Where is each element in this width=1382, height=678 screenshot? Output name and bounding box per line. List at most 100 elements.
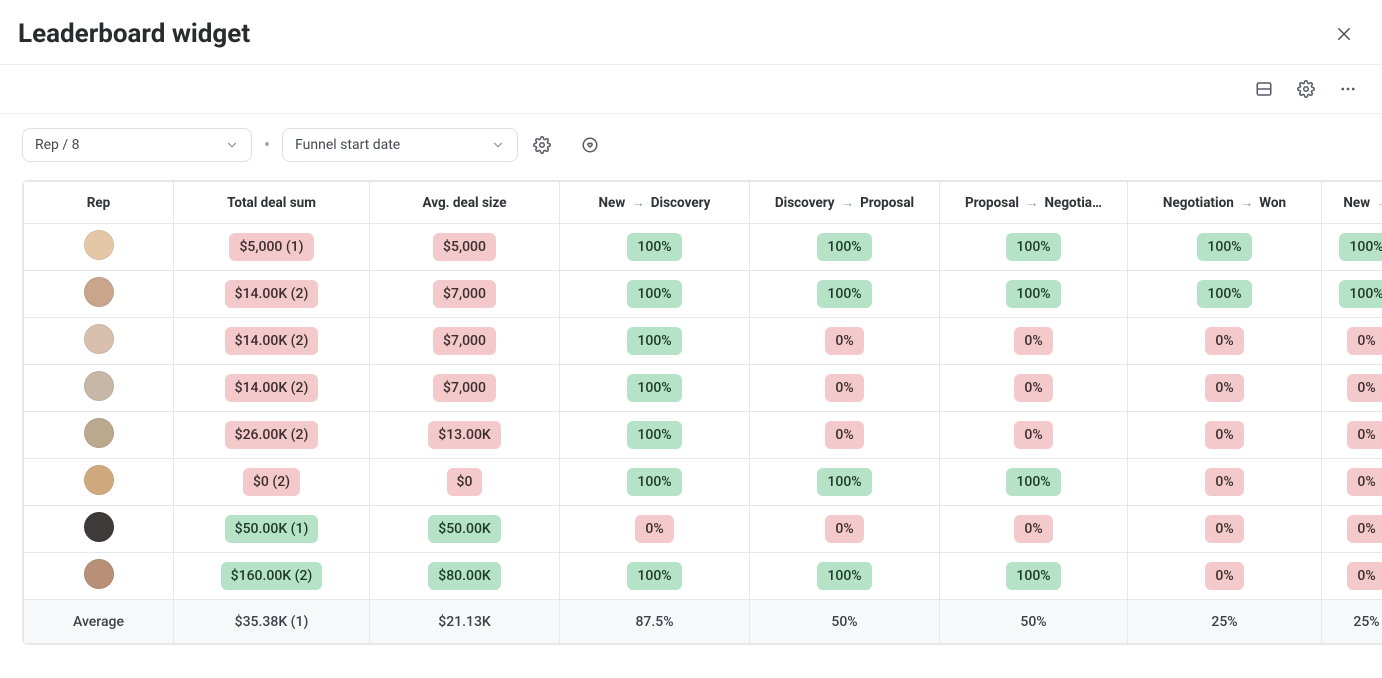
value-badge: $0 (2): [243, 468, 300, 496]
feedback-button[interactable]: [576, 131, 604, 159]
footer-s4: 25%: [1128, 600, 1322, 644]
avatar[interactable]: [84, 324, 114, 354]
cell-s4: 100%: [1128, 224, 1322, 271]
cell-s3: 0%: [940, 318, 1128, 365]
footer-s1: 87.5%: [560, 600, 750, 644]
cell-s2: 0%: [750, 412, 940, 459]
cell-s2: 100%: [750, 553, 940, 600]
col-rep[interactable]: Rep: [24, 182, 174, 224]
value-badge: 0%: [1347, 468, 1382, 496]
arrow-right-icon: →: [1376, 195, 1382, 211]
cell-rep: [24, 412, 174, 459]
cell-total: $160.00K (2): [174, 553, 370, 600]
cell-s5: 100%: [1322, 224, 1382, 271]
value-badge: $7,000: [433, 280, 496, 308]
stage-from: Proposal: [965, 195, 1019, 211]
value-badge: 100%: [1006, 562, 1060, 590]
footer-s5: 25%: [1322, 600, 1382, 644]
cell-s5: 0%: [1322, 459, 1382, 506]
cell-s4: 0%: [1128, 412, 1322, 459]
col-stage-new-discovery[interactable]: New → Discovery: [560, 182, 750, 224]
col-stage-discovery-proposal[interactable]: Discovery → Proposal: [750, 182, 940, 224]
value-badge: $14.00K (2): [225, 374, 319, 402]
value-badge: $0: [447, 468, 483, 496]
value-badge: 0%: [1205, 421, 1243, 449]
stage-to: Discovery: [651, 195, 711, 211]
footer-label: Average: [24, 600, 174, 644]
cell-s3: 0%: [940, 365, 1128, 412]
configure-button[interactable]: [528, 131, 556, 159]
close-button[interactable]: [1326, 16, 1362, 52]
avatar[interactable]: [84, 230, 114, 260]
col-stage-new[interactable]: New →: [1322, 182, 1382, 224]
col-stage-proposal-negotiation[interactable]: Proposal → Negotia…: [940, 182, 1128, 224]
gear-icon: [1297, 80, 1315, 98]
table-row[interactable]: $26.00K (2)$13.00K100%0%0%0%0%: [24, 412, 1382, 459]
cell-total: $0 (2): [174, 459, 370, 506]
cell-s2: 100%: [750, 459, 940, 506]
cell-s2: 100%: [750, 224, 940, 271]
value-badge: 100%: [627, 280, 681, 308]
group-by-dropdown[interactable]: Rep / 8: [22, 128, 252, 162]
value-badge: 100%: [627, 468, 681, 496]
value-badge: 0%: [825, 515, 863, 543]
col-stage-negotiation-won[interactable]: Negotiation → Won: [1128, 182, 1322, 224]
cell-s3: 0%: [940, 506, 1128, 553]
value-badge: 0%: [1205, 374, 1243, 402]
table-row[interactable]: $14.00K (2)$7,000100%100%100%100%100%: [24, 271, 1382, 318]
value-badge: $7,000: [433, 327, 496, 355]
chevron-down-icon: [225, 138, 239, 152]
value-badge: 100%: [1006, 280, 1060, 308]
col-avg[interactable]: Avg. deal size: [370, 182, 560, 224]
cell-s5: 0%: [1322, 318, 1382, 365]
cell-avg: $13.00K: [370, 412, 560, 459]
value-badge: 0%: [635, 515, 673, 543]
avatar[interactable]: [84, 559, 114, 589]
table-row[interactable]: $14.00K (2)$7,000100%0%0%0%0%: [24, 318, 1382, 365]
date-label: Funnel start date: [295, 137, 400, 153]
cell-s1: 100%: [560, 271, 750, 318]
cell-s2: 0%: [750, 365, 940, 412]
cell-avg: $0: [370, 459, 560, 506]
value-badge: $26.00K (2): [225, 421, 319, 449]
value-badge: 100%: [627, 374, 681, 402]
stage-to: Negotia…: [1045, 195, 1103, 211]
cell-s2: 0%: [750, 506, 940, 553]
table-row[interactable]: $0 (2)$0100%100%100%0%0%: [24, 459, 1382, 506]
value-badge: 0%: [1347, 515, 1382, 543]
cell-rep: [24, 271, 174, 318]
cell-rep: [24, 365, 174, 412]
group-by-label: Rep / 8: [35, 137, 80, 153]
table-row[interactable]: $50.00K (1)$50.00K0%0%0%0%0%: [24, 506, 1382, 553]
stage-from: Negotiation: [1163, 195, 1234, 211]
settings-button[interactable]: [1292, 75, 1320, 103]
table-row[interactable]: $160.00K (2)$80.00K100%100%100%0%0%: [24, 553, 1382, 600]
layout-button[interactable]: [1250, 75, 1278, 103]
cell-avg: $80.00K: [370, 553, 560, 600]
cell-avg: $7,000: [370, 271, 560, 318]
cell-rep: [24, 553, 174, 600]
avatar[interactable]: [84, 418, 114, 448]
layout-icon: [1255, 80, 1273, 98]
value-badge: 100%: [1339, 280, 1382, 308]
avatar[interactable]: [84, 277, 114, 307]
more-horizontal-icon: [1339, 80, 1357, 98]
col-total[interactable]: Total deal sum: [174, 182, 370, 224]
value-badge: 100%: [1197, 280, 1251, 308]
cell-s1: 0%: [560, 506, 750, 553]
cell-s1: 100%: [560, 553, 750, 600]
cell-s3: 100%: [940, 459, 1128, 506]
value-badge: 100%: [1006, 468, 1060, 496]
table-row[interactable]: $14.00K (2)$7,000100%0%0%0%0%: [24, 365, 1382, 412]
avatar[interactable]: [84, 512, 114, 542]
avatar[interactable]: [84, 465, 114, 495]
cell-s1: 100%: [560, 318, 750, 365]
date-dropdown[interactable]: Funnel start date: [282, 128, 518, 162]
avatar[interactable]: [84, 371, 114, 401]
table-row[interactable]: $5,000 (1)$5,000100%100%100%100%100%: [24, 224, 1382, 271]
arrow-right-icon: →: [1240, 195, 1254, 211]
cell-avg: $7,000: [370, 318, 560, 365]
more-button[interactable]: [1334, 75, 1362, 103]
cell-s1: 100%: [560, 459, 750, 506]
value-badge: 100%: [817, 233, 871, 261]
